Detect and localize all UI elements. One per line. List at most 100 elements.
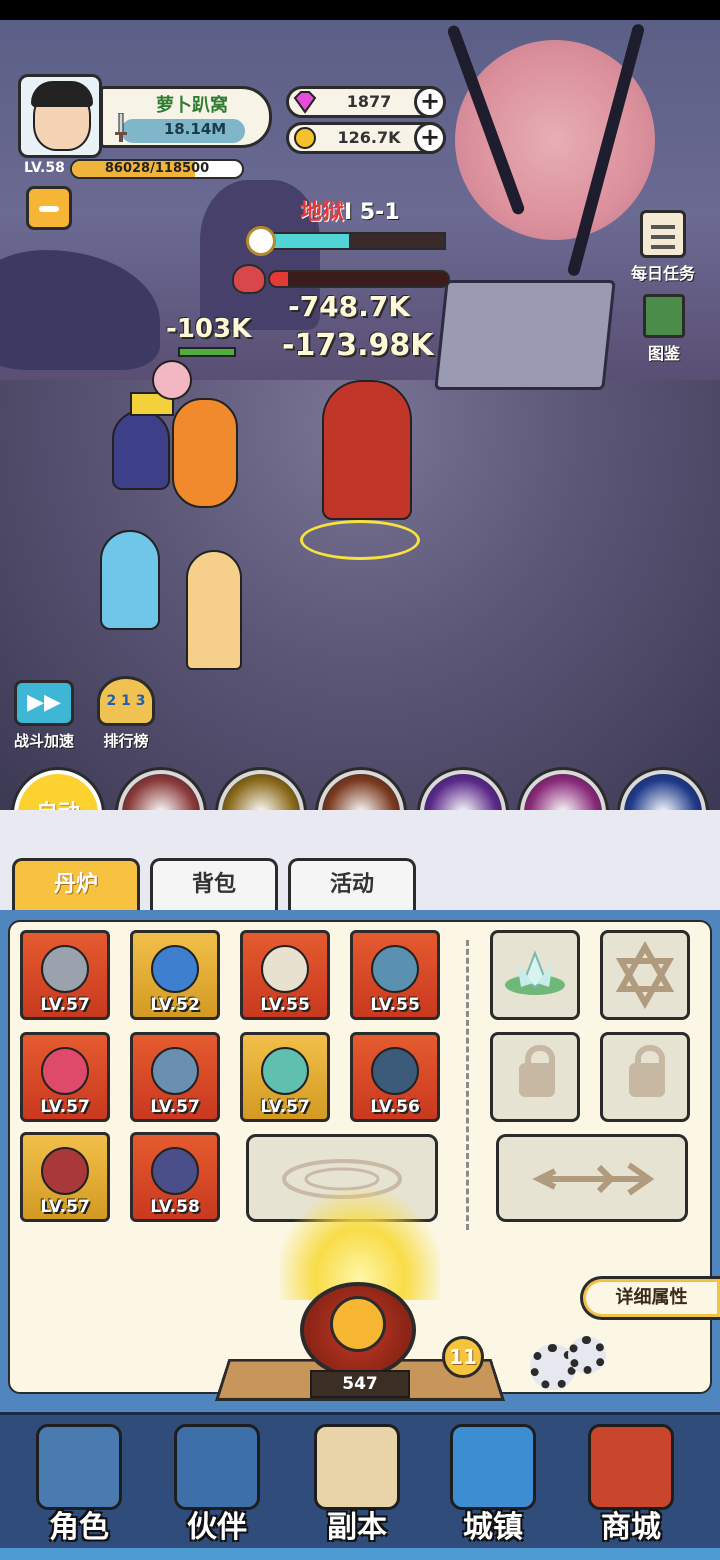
player-name-plate: 萝卜趴窝 18.14M <box>100 86 272 148</box>
nav-bottom-strip <box>0 1548 720 1560</box>
daily-task-button[interactable]: 每日任务 <box>630 210 696 284</box>
equipment-slot[interactable]: LV.55 <box>350 930 440 1020</box>
hero-hp-bar <box>178 347 236 357</box>
codex-label: 图鉴 <box>647 344 680 363</box>
equipment-slot[interactable]: LV.56 <box>350 1032 440 1122</box>
equipment-slot[interactable]: LV.57 <box>130 1032 220 1122</box>
stage-level: 5-1 <box>359 200 400 225</box>
podium-icon: 2 1 3 <box>97 676 155 726</box>
player-avatar[interactable] <box>18 74 102 158</box>
damage-number: -748.7K <box>288 290 410 323</box>
tab-bag[interactable]: 背包 <box>150 858 278 910</box>
partner-icon <box>174 1424 260 1510</box>
equipment-level: LV.57 <box>40 995 90 1015</box>
pig-hero <box>152 360 192 400</box>
nav-character[interactable]: 角色 <box>20 1420 138 1545</box>
avatar-hair <box>31 81 93 107</box>
shop-icon <box>588 1424 674 1510</box>
robe-item-icon <box>261 945 309 993</box>
player-level: LV.58 <box>24 160 65 176</box>
hexagram-icon <box>615 940 675 1010</box>
tab-events[interactable]: 活动 <box>288 858 416 910</box>
sword-icon <box>115 113 127 142</box>
tiger-hero <box>172 398 238 508</box>
equipment-slot[interactable]: LV.52 <box>130 930 220 1020</box>
player-power: 18.14M <box>163 120 227 138</box>
equipment-slot[interactable]: LV.55 <box>240 930 330 1020</box>
gourd-item-icon <box>41 1047 89 1095</box>
gem-icon <box>293 91 317 114</box>
nav-town[interactable]: 城镇 <box>434 1420 552 1545</box>
stage-label: 地狱I 5-1 <box>300 200 400 225</box>
equipment-slot[interactable]: LV.57 <box>240 1032 330 1122</box>
stage-mode: 地狱 <box>300 200 345 225</box>
stone-block <box>434 280 616 390</box>
book-icon <box>643 294 685 338</box>
menu-icon <box>39 206 59 212</box>
damage-number: -173.98K <box>282 328 434 363</box>
leaderboard-label: 排行榜 <box>103 732 149 750</box>
nav-shop-label: 商城 <box>601 1510 661 1545</box>
coin-counter: 126.7K + <box>286 122 446 154</box>
helmet-item-icon <box>151 945 199 993</box>
stage-progress-fill <box>272 234 350 248</box>
tab-furnace[interactable]: 丹炉 <box>12 858 140 910</box>
exp-bar: 86028/118500 <box>70 159 244 179</box>
demon-skull-icon <box>232 264 266 294</box>
equipment-level: LV.55 <box>370 995 420 1015</box>
stage-progress-bar <box>270 232 446 250</box>
equipment-level: LV.57 <box>40 1097 90 1117</box>
equipment-slot[interactable]: LV.57 <box>20 1132 110 1222</box>
hexagram-slot[interactable] <box>600 930 690 1020</box>
dragon-orb-item-icon <box>371 945 419 993</box>
add-coins-button[interactable]: + <box>414 122 446 154</box>
blue-hair-girl-hero <box>100 530 160 630</box>
add-gems-button[interactable]: + <box>414 86 446 118</box>
lotus-slot[interactable] <box>490 930 580 1020</box>
equipment-slot[interactable]: LV.57 <box>20 930 110 1020</box>
boss-hp-fill <box>270 272 288 286</box>
damage-number: -103K <box>166 314 252 344</box>
divider <box>466 940 469 1230</box>
equipment-slot[interactable]: LV.57 <box>20 1032 110 1122</box>
codex-button[interactable]: 图鉴 <box>636 294 692 364</box>
equipment-slot[interactable]: LV.58 <box>130 1132 220 1222</box>
clipboard-icon <box>640 210 686 258</box>
bagua-item-icon <box>151 1047 199 1095</box>
boss-hp-bar <box>268 270 450 288</box>
scroll-icon <box>314 1424 400 1510</box>
rock <box>0 250 160 370</box>
boss-enemy <box>322 380 412 520</box>
belt-item-icon <box>41 1147 89 1195</box>
nav-character-label: 角色 <box>49 1510 109 1545</box>
settings-gear-icon[interactable] <box>568 1336 606 1374</box>
trident-icon <box>532 1162 655 1196</box>
nav-shop[interactable]: 商城 <box>572 1420 690 1545</box>
equipment-level: LV.57 <box>40 1197 90 1217</box>
exp-text: 86028/118500 <box>104 161 210 176</box>
character-icon <box>36 1424 122 1510</box>
battle-speed-button[interactable]: ▶▶ 战斗加速 <box>12 680 76 751</box>
daily-task-label: 每日任务 <box>630 264 695 283</box>
lightning-effect <box>300 520 420 560</box>
leaderboard-button[interactable]: 2 1 3 排行榜 <box>94 676 158 751</box>
equipment-level: LV.57 <box>150 1097 200 1117</box>
schoolgirl-hero <box>186 550 242 670</box>
battle-speed-label: 战斗加速 <box>13 732 74 750</box>
detail-attributes-button[interactable]: 详细属性 <box>580 1276 720 1320</box>
nav-partner[interactable]: 伙伴 <box>158 1420 276 1545</box>
nav-dungeon[interactable]: 副本 <box>298 1420 416 1545</box>
jade-ring-item-icon <box>261 1047 309 1095</box>
gem-counter: 1877 + <box>286 86 446 118</box>
locked-slot[interactable] <box>600 1032 690 1122</box>
menu-button[interactable] <box>26 186 72 230</box>
nav-town-label: 城镇 <box>463 1510 523 1545</box>
locked-slot[interactable] <box>490 1032 580 1122</box>
nav-partner-label: 伙伴 <box>187 1510 247 1545</box>
emperor-hero <box>112 410 170 490</box>
weapon-slot[interactable] <box>496 1134 688 1222</box>
lock-icon <box>629 1045 665 1097</box>
coin-icon <box>294 127 316 149</box>
nav-dungeon-label: 副本 <box>327 1510 387 1545</box>
gem-value: 1877 <box>346 92 392 111</box>
